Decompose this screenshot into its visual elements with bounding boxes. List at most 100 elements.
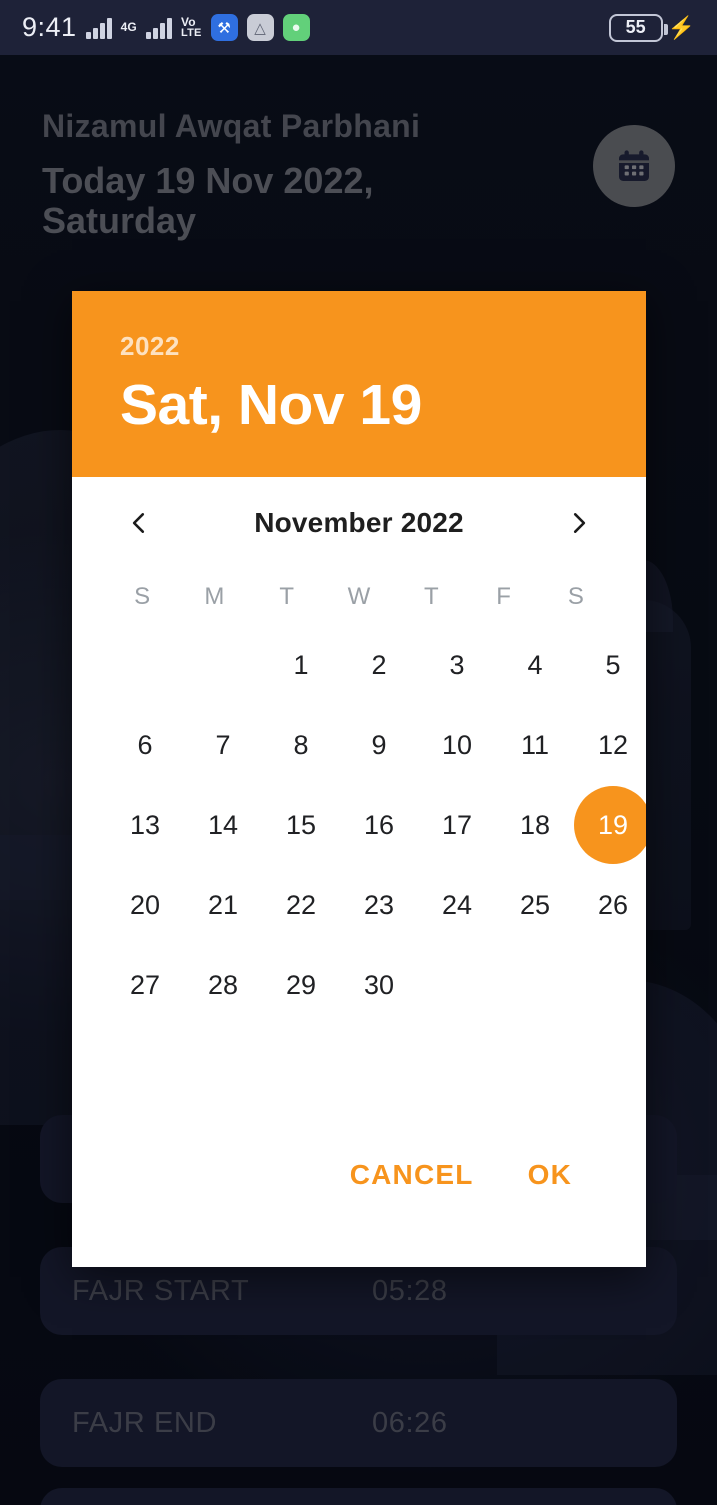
cancel-button[interactable]: CANCEL: [344, 1149, 480, 1201]
battery-indicator: 55 ⚡: [608, 13, 695, 42]
prev-month-button[interactable]: [116, 500, 162, 546]
calendar-day-cell[interactable]: 15: [262, 785, 340, 865]
date-picker-header: 2022 Sat, Nov 19: [72, 291, 646, 477]
calendar-day-cell[interactable]: 20: [106, 865, 184, 945]
calendar-day-cell[interactable]: 28: [184, 945, 262, 1025]
next-month-button[interactable]: [556, 500, 602, 546]
weekday-header: T: [423, 583, 439, 610]
calendar-day-cell[interactable]: 14: [184, 785, 262, 865]
date-picker-body: November 2022 SMTWTFS 1 2 3 4 5 6 7 8 9 10 11 12 13 1…: [72, 477, 646, 1267]
calendar-day-cell[interactable]: 7: [184, 705, 262, 785]
whatsapp-icon: ●: [282, 14, 310, 41]
month-navigation: November 2022: [106, 477, 612, 569]
status-time: 9:41: [22, 12, 77, 42]
weekday-header: T: [279, 583, 295, 610]
calendar-day-number[interactable]: 10: [418, 706, 496, 784]
calendar-day-number[interactable]: 6: [106, 706, 184, 784]
weekday-header: S: [134, 583, 151, 610]
battery-level: 55: [625, 17, 646, 37]
status-bar-left: 9:41 4G Vo LTE ⚒ △ ●: [22, 12, 310, 43]
calendar-day-cell[interactable]: 16: [340, 785, 418, 865]
weekday-header: W: [347, 583, 371, 610]
weekday-header: M: [204, 583, 225, 610]
calendar-day-cell[interactable]: 22: [262, 865, 340, 945]
calendar-day-cell[interactable]: 12: [574, 705, 646, 785]
calendar-day-number[interactable]: 14: [184, 786, 262, 864]
calendar-day-cell[interactable]: 9: [340, 705, 418, 785]
calendar-day-cell[interactable]: 26: [574, 865, 646, 945]
calendar-day-selected[interactable]: 19: [574, 786, 646, 864]
picker-selected-date-label[interactable]: Sat, Nov 19: [120, 372, 598, 438]
calendar-day-cell[interactable]: 4: [496, 625, 574, 705]
battery-icon: 55: [608, 13, 668, 42]
calendar-day-number[interactable]: 26: [574, 866, 646, 944]
calendar-day-cell[interactable]: 23: [340, 865, 418, 945]
calendar-day-number[interactable]: 28: [184, 946, 262, 1024]
calendar-day-cell[interactable]: 1: [262, 625, 340, 705]
calendar-day-cell[interactable]: 27: [106, 945, 184, 1025]
volte-label: Vo LTE: [180, 16, 202, 39]
ok-button[interactable]: OK: [522, 1149, 578, 1201]
calendar-day-number[interactable]: 16: [340, 786, 418, 864]
phone-screen: Nizamul Awqat Parbhani Today 19 Nov 2022…: [0, 0, 717, 1505]
calendar-day-number[interactable]: 18: [496, 786, 574, 864]
calendar-day-number[interactable]: 15: [262, 786, 340, 864]
network-type-label: 4G: [120, 20, 137, 34]
calendar-day-number[interactable]: 23: [340, 866, 418, 944]
calendar-day-number[interactable]: 25: [496, 866, 574, 944]
calendar-day-cell[interactable]: 3: [418, 625, 496, 705]
volte-bottom: LTE: [180, 26, 202, 39]
calendar-day-cell[interactable]: 30: [340, 945, 418, 1025]
calendar-day-cell[interactable]: 11: [496, 705, 574, 785]
calendar-day-cell[interactable]: 18: [496, 785, 574, 865]
calendar-day-empty: [106, 625, 184, 705]
calendar-day-cell[interactable]: 10: [418, 705, 496, 785]
calendar-day-empty: [184, 625, 262, 705]
calendar-day-number[interactable]: 24: [418, 866, 496, 944]
date-picker-dialog: 2022 Sat, Nov 19 November 2022 SMTWTFS 1: [72, 291, 646, 1267]
calendar-day-number[interactable]: 22: [262, 866, 340, 944]
status-bar: 9:41 4G Vo LTE ⚒ △ ● 55 ⚡: [0, 0, 717, 55]
calendar-day-cell[interactable]: 24: [418, 865, 496, 945]
weekday-header: S: [567, 583, 584, 610]
calendar-day-cell[interactable]: 21: [184, 865, 262, 945]
calendar-day-cell[interactable]: 19: [574, 785, 646, 865]
calendar-day-number[interactable]: 27: [106, 946, 184, 1024]
charging-bolt-icon: ⚡: [667, 14, 695, 40]
calendar-day-cell[interactable]: 5: [574, 625, 646, 705]
calendar-day-cell[interactable]: 6: [106, 705, 184, 785]
calendar-day-number[interactable]: 2: [340, 626, 418, 704]
calendar-day-number[interactable]: 5: [574, 626, 646, 704]
calendar-day-cell[interactable]: 2: [340, 625, 418, 705]
calendar-day-cell[interactable]: 29: [262, 945, 340, 1025]
calendar-day-number[interactable]: 12: [574, 706, 646, 784]
dialog-action-bar: CANCEL OK: [106, 1117, 612, 1267]
weekday-header-row: SMTWTFS: [106, 569, 612, 625]
calendar-day-number[interactable]: 17: [418, 786, 496, 864]
chevron-left-icon: [132, 513, 145, 533]
calendar-day-number[interactable]: 8: [262, 706, 340, 784]
calendar-day-cell[interactable]: 8: [262, 705, 340, 785]
calendar-day-number[interactable]: 7: [184, 706, 262, 784]
calendar-day-number[interactable]: 3: [418, 626, 496, 704]
calendar-day-number[interactable]: 29: [262, 946, 340, 1024]
calendar-days-grid: 1 2 3 4 5 6 7 8 9 10 11 12 13 14 15 16 17 18 19 20 21 22 23 24 2…: [106, 625, 646, 1025]
calendar-day-number[interactable]: 30: [340, 946, 418, 1024]
calendar-day-number[interactable]: 9: [340, 706, 418, 784]
signal-bars-sim1-icon: [85, 17, 112, 39]
calendar-day-number[interactable]: 13: [106, 786, 184, 864]
calendar-day-number[interactable]: 4: [496, 626, 574, 704]
calendar-day-cell[interactable]: 25: [496, 865, 574, 945]
calendar-day-number[interactable]: 20: [106, 866, 184, 944]
calendar-day-number[interactable]: 21: [184, 866, 262, 944]
drive-icon: △: [246, 14, 274, 41]
chevron-right-icon: [573, 513, 586, 533]
signal-bars-sim2-icon: [145, 17, 172, 39]
calendar-day-cell[interactable]: 13: [106, 785, 184, 865]
picker-year-label[interactable]: 2022: [120, 331, 598, 362]
calendar-day-cell[interactable]: 17: [418, 785, 496, 865]
status-bar-right: 55 ⚡: [608, 13, 695, 42]
current-month-label: November 2022: [254, 507, 464, 538]
calendar-day-number[interactable]: 1: [262, 626, 340, 704]
calendar-day-number[interactable]: 11: [496, 706, 574, 784]
